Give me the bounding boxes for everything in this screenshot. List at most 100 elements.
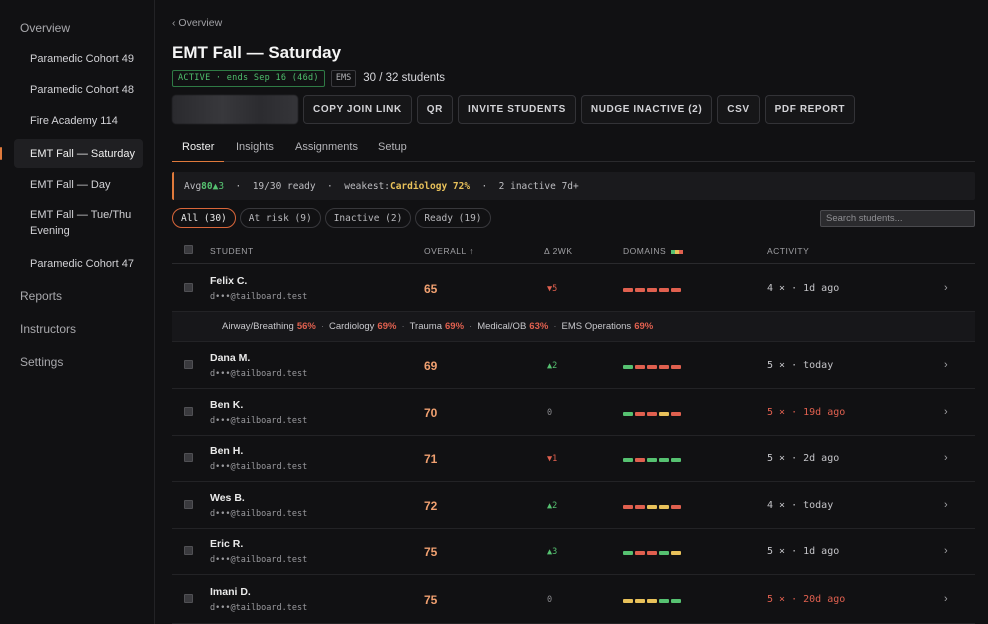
col-delta[interactable]: Δ 2WK: [544, 246, 573, 256]
tab-insights[interactable]: Insights: [236, 141, 274, 153]
sidebar-item-emt-fall-tue-thu[interactable]: EMT Fall — Tue/Thu Evening: [14, 203, 134, 243]
sidebar-item-fire-academy-114[interactable]: Fire Academy 114: [14, 106, 143, 135]
domain-segment: [647, 551, 657, 555]
table-row[interactable]: Ben H. d•••@tailboard.test 71 ▼1 5 × · 2d ag…: [172, 436, 975, 482]
domain-pct: 63%: [529, 321, 549, 332]
chevron-right-icon[interactable]: ›: [944, 499, 948, 511]
sidebar-item-emt-fall-day[interactable]: EMT Fall — Day: [14, 170, 143, 199]
tab-setup[interactable]: Setup: [378, 141, 407, 153]
domain-segment: [659, 365, 669, 369]
join-code-blurred[interactable]: [172, 95, 298, 124]
qr-button[interactable]: QR: [416, 95, 453, 124]
filter-at-risk[interactable]: At risk (9): [239, 208, 321, 228]
nav-reports[interactable]: Reports: [20, 289, 62, 303]
sidebar-item-paramedic-cohort-48[interactable]: Paramedic Cohort 48: [14, 75, 143, 104]
activity: 5 × · 1d ago: [767, 546, 840, 557]
nav-overview[interactable]: Overview: [20, 21, 70, 35]
student-email: d•••@tailboard.test: [210, 416, 308, 426]
activity: 5 × · today: [767, 360, 834, 371]
domain-segment: [659, 551, 669, 555]
invite-students-button[interactable]: INVITE STUDENTS: [458, 95, 576, 124]
col-domains[interactable]: DOMAINS: [623, 246, 684, 256]
table-row[interactable]: Imani D. d•••@tailboard.test 75 0 5 × · 20d …: [172, 575, 975, 624]
table-row[interactable]: Felix C. d•••@tailboard.test 65 ▼5 4 × · 1d …: [172, 265, 975, 312]
filter-inactive[interactable]: Inactive (2): [324, 208, 412, 228]
delta-2wk: ▼5: [547, 284, 558, 294]
student-name[interactable]: Felix C.: [210, 275, 247, 287]
overall-score: 72: [424, 499, 438, 513]
domain-trauma: Trauma 69%: [410, 321, 464, 332]
table-row[interactable]: Eric R. d•••@tailboard.test 75 ▲3 5 × · 1d a…: [172, 529, 975, 575]
col-activity[interactable]: ACTIVITY: [767, 246, 809, 256]
student-name[interactable]: Wes B.: [210, 492, 245, 504]
student-name[interactable]: Ben H.: [210, 445, 243, 457]
domain-label: Trauma: [409, 321, 442, 332]
domain-bars: [623, 599, 681, 603]
row-checkbox[interactable]: [184, 500, 193, 509]
csv-button[interactable]: CSV: [717, 95, 760, 124]
col-overall[interactable]: OVERALL ↑: [424, 246, 474, 256]
delta-2wk: ▲2: [547, 361, 558, 371]
domain-segment: [623, 412, 633, 416]
expanded-domain-detail: Airway/Breathing 56% · Cardiology 69% · Tr…: [172, 312, 975, 342]
domain-segment: [635, 288, 645, 292]
nav-settings[interactable]: Settings: [20, 355, 63, 369]
breadcrumb[interactable]: ‹ Overview: [172, 17, 222, 29]
sidebar-item-emt-fall-saturday[interactable]: EMT Fall — Saturday: [0, 139, 143, 168]
nav-instructors[interactable]: Instructors: [20, 322, 76, 336]
chevron-right-icon[interactable]: ›: [944, 406, 948, 418]
domain-segment: [623, 365, 633, 369]
filter-all[interactable]: All (30): [172, 208, 236, 228]
pdf-report-button[interactable]: PDF REPORT: [764, 95, 856, 124]
student-name[interactable]: Ben K.: [210, 399, 243, 411]
table-row[interactable]: Wes B. d•••@tailboard.test 72 ▲2 4 × · today…: [172, 482, 975, 529]
student-email: d•••@tailboard.test: [210, 292, 308, 302]
table-row[interactable]: Ben K. d•••@tailboard.test 70 0 5 × · 19d ag…: [172, 389, 975, 436]
tab-roster[interactable]: Roster: [171, 141, 225, 162]
row-checkbox[interactable]: [184, 283, 193, 292]
row-checkbox[interactable]: [184, 407, 193, 416]
delta-2wk: ▲2: [547, 501, 558, 511]
filter-ready[interactable]: Ready (19): [415, 208, 491, 228]
domain-segment: [671, 458, 681, 462]
row-checkbox[interactable]: [184, 594, 193, 603]
nudge-inactive-button[interactable]: NUDGE INACTIVE (2): [580, 95, 713, 124]
domain-label: Medical/OB: [477, 321, 527, 332]
row-checkbox[interactable]: [184, 546, 193, 555]
domain-segment: [647, 505, 657, 509]
activity: 5 × · 20d ago: [767, 594, 846, 605]
inactive-count: 2 inactive 7d+: [498, 180, 579, 192]
domain-airway: Airway/Breathing 56%: [222, 321, 316, 332]
delta-2wk: ▼1: [547, 454, 558, 464]
overall-score: 75: [424, 545, 438, 559]
chevron-right-icon[interactable]: ›: [944, 545, 948, 557]
activity: 4 × · today: [767, 500, 834, 511]
domain-medical-ob: Medical/OB 63%: [477, 321, 548, 332]
student-email: d•••@tailboard.test: [210, 509, 308, 519]
tab-assignments[interactable]: Assignments: [295, 141, 358, 153]
student-name[interactable]: Dana M.: [210, 352, 250, 364]
col-student[interactable]: STUDENT: [210, 246, 254, 256]
select-all-checkbox[interactable]: [184, 245, 193, 254]
row-checkbox[interactable]: [184, 360, 193, 369]
sidebar-item-paramedic-cohort-49[interactable]: Paramedic Cohort 49: [14, 44, 143, 73]
separator: ·: [553, 321, 557, 332]
row-checkbox[interactable]: [184, 453, 193, 462]
chevron-right-icon[interactable]: ›: [944, 452, 948, 464]
domain-segment: [635, 599, 645, 603]
chevron-right-icon[interactable]: ›: [944, 282, 948, 294]
table-row[interactable]: Dana M. d•••@tailboard.test 69 ▲2 5 × · toda…: [172, 342, 975, 389]
delta-2wk: 0: [547, 408, 553, 418]
copy-join-link-button[interactable]: COPY JOIN LINK: [303, 95, 412, 124]
chevron-right-icon[interactable]: ›: [944, 359, 948, 371]
student-name[interactable]: Eric R.: [210, 538, 243, 550]
sidebar-item-paramedic-cohort-47[interactable]: Paramedic Cohort 47: [14, 249, 143, 278]
activity: 5 × · 19d ago: [767, 407, 846, 418]
col-domains-label: DOMAINS: [623, 246, 667, 256]
domain-bars: [623, 412, 681, 416]
chevron-right-icon[interactable]: ›: [944, 593, 948, 605]
search-input[interactable]: [820, 210, 975, 227]
avg-label: Avg: [184, 180, 202, 192]
avg-value: 80: [201, 180, 213, 192]
student-name[interactable]: Imani D.: [210, 586, 251, 598]
